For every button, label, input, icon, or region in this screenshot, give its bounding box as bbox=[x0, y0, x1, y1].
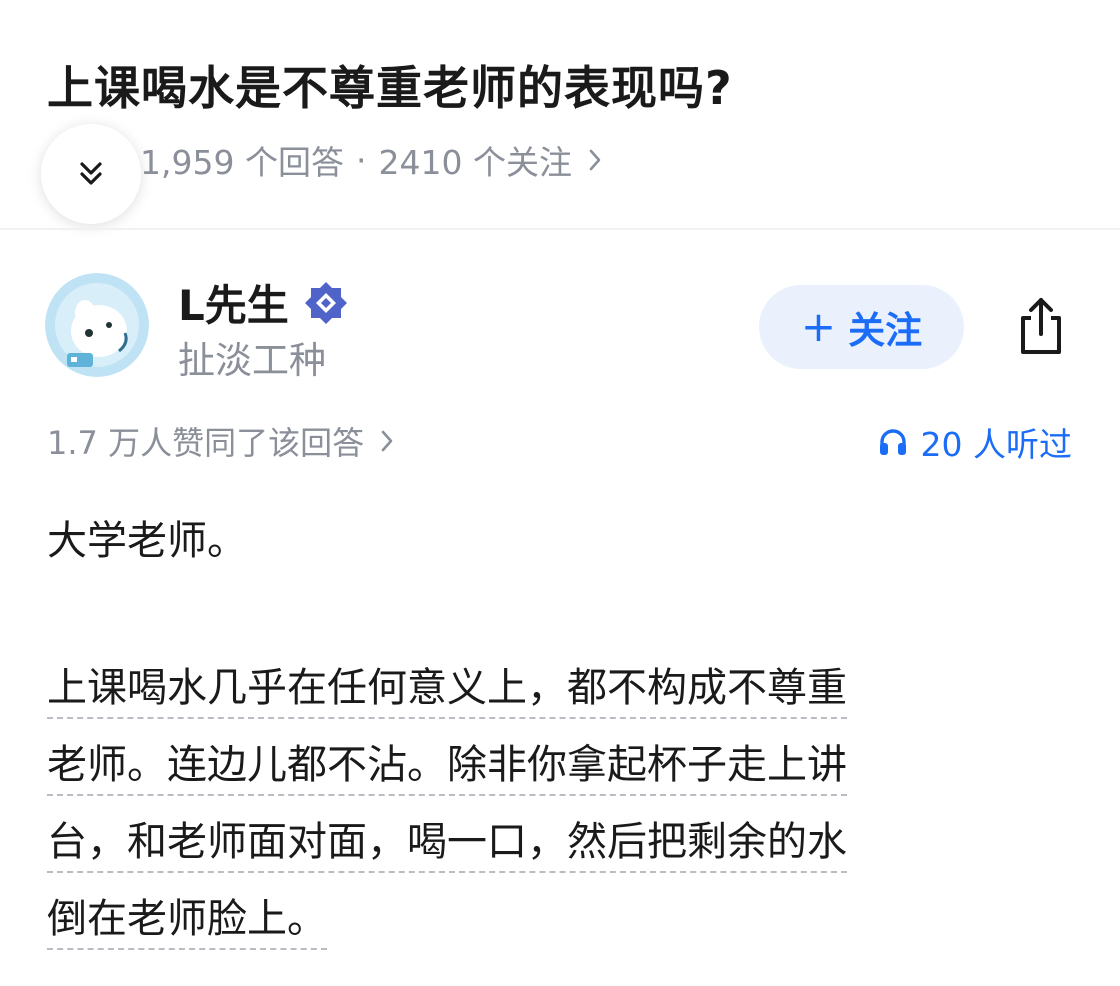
answer-line-text[interactable]: 上课喝水几乎在任何意义上，都不构成不尊重 bbox=[47, 665, 847, 719]
answer-line: 老师。连边儿都不沾。除非你拿起杯子走上讲 bbox=[47, 727, 1057, 804]
chevron-right-icon bbox=[588, 148, 602, 172]
answer-line: 倒在老师脸上。 bbox=[47, 881, 1057, 958]
question-meta[interactable]: 1,959 个回答 · 2410 个关注 bbox=[140, 136, 602, 184]
answer-line: 上课喝水几乎在任何意义上，都不构成不尊重 bbox=[47, 650, 1057, 727]
plus-icon: + bbox=[800, 302, 837, 351]
collapse-button[interactable] bbox=[41, 124, 141, 224]
header-divider bbox=[0, 228, 1120, 230]
meta-separator: · bbox=[355, 140, 367, 180]
follow-label: 关注 bbox=[848, 309, 923, 352]
answer-line-text[interactable]: 倒在老师脸上。 bbox=[47, 896, 327, 950]
chevron-right-icon bbox=[380, 429, 394, 453]
listen-button[interactable]: 20 人听过 bbox=[877, 418, 1072, 466]
headphones-icon bbox=[877, 426, 909, 458]
answer-line: 台，和老师面对面，喝一口，然后把剩余的水 bbox=[47, 804, 1057, 881]
answer-body: 上课喝水几乎在任何意义上，都不构成不尊重 老师。连边儿都不沾。除非你拿起杯子走上… bbox=[47, 650, 1057, 958]
answer-lead: 大学老师。 bbox=[47, 518, 247, 564]
verified-badge-icon bbox=[303, 280, 349, 326]
author-name-text: L先生 bbox=[178, 281, 289, 330]
answer-line-text[interactable]: 台，和老师面对面，喝一口，然后把剩余的水 bbox=[47, 819, 847, 873]
listen-count: 20 人听过 bbox=[920, 425, 1072, 464]
author-bio: 扯淡工种 bbox=[178, 339, 326, 382]
question-title[interactable]: 上课喝水是不尊重老师的表现吗? bbox=[47, 52, 733, 118]
follow-button[interactable]: + 关注 bbox=[759, 285, 964, 369]
double-chevron-down-icon bbox=[80, 162, 102, 185]
answer-count: 1,959 个回答 bbox=[140, 143, 344, 182]
share-button[interactable] bbox=[1008, 290, 1074, 362]
vote-count-text: 1.7 万人赞同了该回答 bbox=[47, 424, 365, 462]
avatar[interactable] bbox=[45, 273, 149, 377]
share-icon bbox=[1021, 298, 1061, 354]
author-name[interactable]: L先生 bbox=[178, 272, 349, 333]
answer-line-text[interactable]: 老师。连边儿都不沾。除非你拿起杯子走上讲 bbox=[47, 742, 847, 796]
follower-count: 2410 个关注 bbox=[378, 143, 572, 182]
vote-count[interactable]: 1.7 万人赞同了该回答 bbox=[47, 418, 394, 464]
